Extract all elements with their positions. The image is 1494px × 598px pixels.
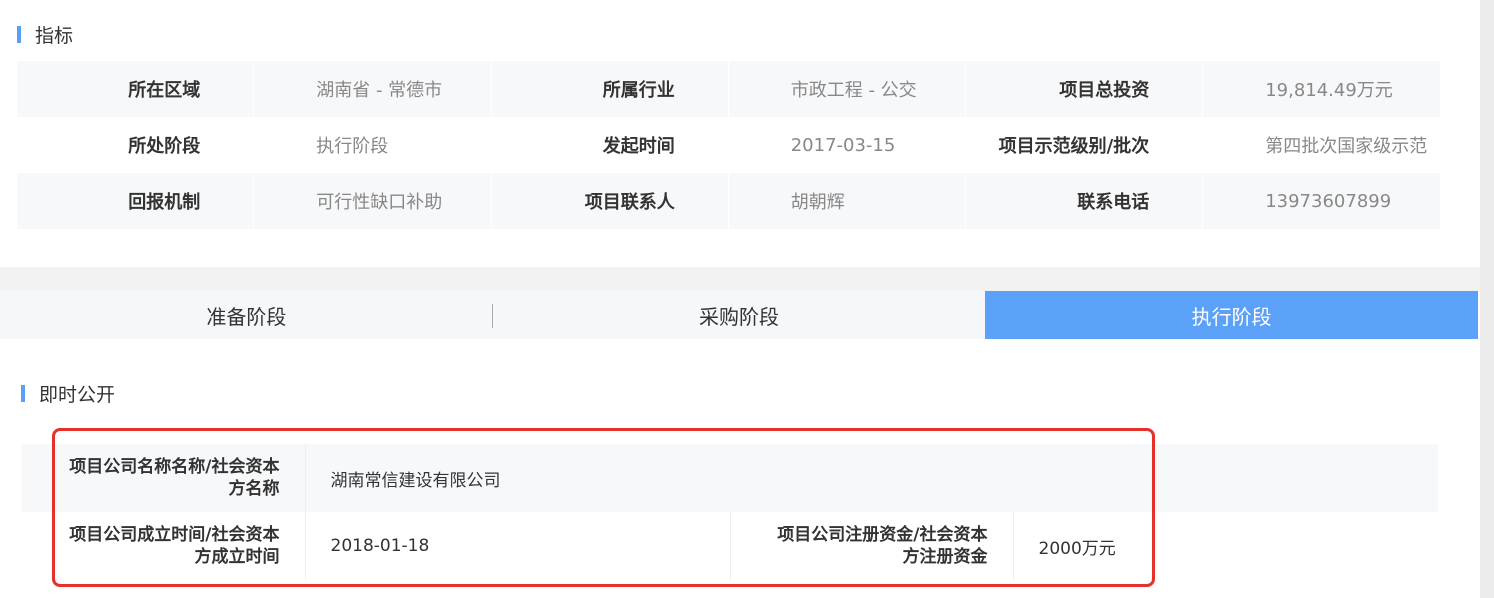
section-marker	[21, 385, 25, 402]
company-name-value: 湖南常信建设有限公司	[304, 444, 1438, 512]
region-value: 湖南省 - 常德市	[253, 61, 492, 117]
tab-execution-stage[interactable]: 执行阶段	[985, 291, 1479, 339]
section-marker	[17, 26, 21, 43]
industry-label: 所属行业	[491, 61, 729, 117]
total-investment-label: 项目总投资	[965, 61, 1204, 117]
initiated-date-value: 2017-03-15	[728, 117, 967, 173]
company-name-label: 项目公司名称名称/社会资本 方名称	[21, 444, 305, 512]
section-separator	[0, 267, 1480, 291]
page-scrollbar[interactable]	[1480, 0, 1494, 598]
stage-tabs: 准备阶段 采购阶段 执行阶段	[0, 291, 1479, 339]
phone-label: 联系电话	[965, 173, 1204, 229]
return-mechanism-value: 可行性缺口补助	[253, 173, 492, 229]
table-row: 项目公司名称名称/社会资本 方名称 湖南常信建设有限公司	[21, 444, 1438, 512]
label-line: 方成立时间	[194, 547, 280, 567]
return-mechanism-label: 回报机制	[17, 173, 255, 229]
indicators-table: 所在区域 湖南省 - 常德市 所属行业 市政工程 - 公交 项目总投资 19,8…	[17, 61, 1441, 229]
indicators-title: 指标	[35, 25, 74, 47]
disclosure-title: 即时公开	[39, 384, 116, 406]
contact-person-value: 胡朝辉	[728, 173, 967, 229]
indicators-row: 回报机制 可行性缺口补助 项目联系人 胡朝辉 联系电话 13973607899	[17, 173, 1441, 229]
label-line: 项目公司成立时间/社会资本	[69, 525, 280, 545]
tab-label: 采购阶段	[699, 304, 779, 329]
total-investment-value: 19,814.49万元	[1202, 61, 1441, 117]
disclosure-section-title: 即时公开	[21, 380, 115, 407]
industry-value: 市政工程 - 公交	[728, 61, 967, 117]
indicators-row: 所在区域 湖南省 - 常德市 所属行业 市政工程 - 公交 项目总投资 19,8…	[17, 61, 1441, 117]
indicators-section-title: 指标	[17, 21, 73, 48]
contact-person-label: 项目联系人	[491, 173, 729, 229]
tab-label: 准备阶段	[206, 304, 287, 329]
registered-capital-label: 项目公司注册资金/社会资本 方注册资金	[729, 512, 1013, 580]
region-label: 所在区域	[17, 61, 255, 117]
tab-preparation-stage[interactable]: 准备阶段	[0, 291, 493, 339]
established-value: 2018-01-18	[304, 512, 730, 580]
table-row: 项目公司成立时间/社会资本 方成立时间 2018-01-18 项目公司注册资金/…	[21, 512, 1438, 580]
label-line: 项目公司名称名称/社会资本	[69, 457, 280, 477]
demo-level-value: 第四批次国家级示范	[1202, 117, 1441, 173]
label-line: 项目公司注册资金/社会资本	[777, 525, 988, 545]
registered-capital-value: 2000万元	[1012, 512, 1438, 580]
disclosure-table: 项目公司名称名称/社会资本 方名称 湖南常信建设有限公司 项目公司成立时间/社会…	[21, 444, 1438, 580]
label-line: 方名称	[228, 479, 280, 499]
indicators-row: 所处阶段 执行阶段 发起时间 2017-03-15 项目示范级别/批次 第四批次…	[17, 117, 1441, 173]
label-line: 方注册资金	[902, 547, 988, 567]
stage-label: 所处阶段	[17, 117, 255, 173]
phone-value: 13973607899	[1202, 173, 1441, 229]
demo-level-label: 项目示范级别/批次	[965, 117, 1204, 173]
stage-value: 执行阶段	[253, 117, 492, 173]
tab-label: 执行阶段	[1191, 304, 1272, 329]
initiated-date-label: 发起时间	[491, 117, 729, 173]
tab-procurement-stage[interactable]: 采购阶段	[493, 291, 986, 339]
established-label: 项目公司成立时间/社会资本 方成立时间	[21, 512, 305, 580]
